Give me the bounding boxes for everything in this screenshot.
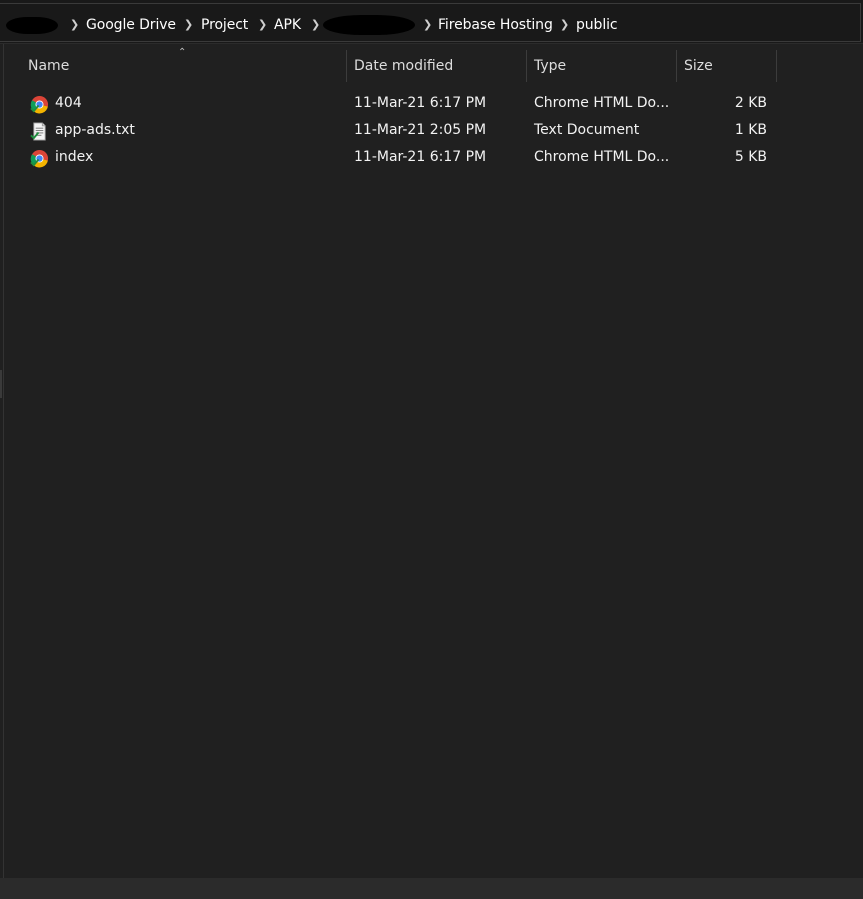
column-divider[interactable] <box>526 50 527 82</box>
file-size: 5 KB <box>734 149 767 165</box>
breadcrumb-google-drive[interactable]: Google Drive <box>86 17 176 33</box>
file-name[interactable]: 404 <box>55 95 82 111</box>
chevron-right-icon[interactable]: ❯ <box>423 18 432 31</box>
file-row-404[interactable]: 404 11-Mar-21 6:17 PM Chrome HTML Do... … <box>20 91 780 118</box>
text-document-icon <box>30 122 46 141</box>
chevron-right-icon[interactable]: ❯ <box>311 18 320 31</box>
file-name[interactable]: index <box>55 149 93 165</box>
column-divider[interactable] <box>676 50 677 82</box>
file-date: 11-Mar-21 6:17 PM <box>354 149 487 165</box>
file-name[interactable]: app-ads.txt <box>55 122 135 138</box>
breadcrumb-apk[interactable]: APK <box>274 17 301 33</box>
chevron-right-icon[interactable]: ❯ <box>70 18 79 31</box>
breadcrumb-project[interactable]: Project <box>201 17 248 33</box>
address-bar[interactable]: ❯ Google Drive ❯ Project ❯ APK ❯ ❯ Fireb… <box>0 0 863 44</box>
column-header-size[interactable]: Size <box>684 58 713 74</box>
chevron-right-icon[interactable]: ❯ <box>258 18 267 31</box>
sort-ascending-icon: ⌃ <box>178 47 187 58</box>
breadcrumb[interactable]: ❯ Google Drive ❯ Project ❯ APK ❯ ❯ Fireb… <box>0 3 861 42</box>
file-size: 2 KB <box>734 95 767 111</box>
file-type: Chrome HTML Do... <box>534 95 670 111</box>
file-row-app-ads[interactable]: app-ads.txt 11-Mar-21 2:05 PM Text Docum… <box>20 118 780 145</box>
redacted-crumb <box>6 17 58 34</box>
chrome-html-icon <box>30 95 49 114</box>
file-size: 1 KB <box>734 122 767 138</box>
file-explorer-window: ❯ Google Drive ❯ Project ❯ APK ❯ ❯ Fireb… <box>0 0 863 899</box>
column-header-type[interactable]: Type <box>534 58 566 74</box>
chrome-html-icon <box>30 149 49 168</box>
column-header-name[interactable]: Name <box>28 58 69 74</box>
file-date: 11-Mar-21 6:17 PM <box>354 95 487 111</box>
file-row-index[interactable]: index 11-Mar-21 6:17 PM Chrome HTML Do..… <box>20 145 780 172</box>
file-date: 11-Mar-21 2:05 PM <box>354 122 487 138</box>
pane-divider[interactable] <box>3 44 4 878</box>
column-divider[interactable] <box>776 50 777 82</box>
file-type: Chrome HTML Do... <box>534 149 670 165</box>
column-divider[interactable] <box>346 50 347 82</box>
chevron-right-icon[interactable]: ❯ <box>184 18 193 31</box>
pane-resize-handle[interactable] <box>0 370 2 398</box>
status-bar <box>0 878 863 899</box>
breadcrumb-firebase-hosting[interactable]: Firebase Hosting <box>438 17 553 33</box>
chevron-right-icon[interactable]: ❯ <box>560 18 569 31</box>
file-type: Text Document <box>534 122 640 138</box>
column-header-date-modified[interactable]: Date modified <box>354 58 453 74</box>
redacted-crumb <box>323 15 415 35</box>
breadcrumb-public[interactable]: public <box>576 17 618 33</box>
